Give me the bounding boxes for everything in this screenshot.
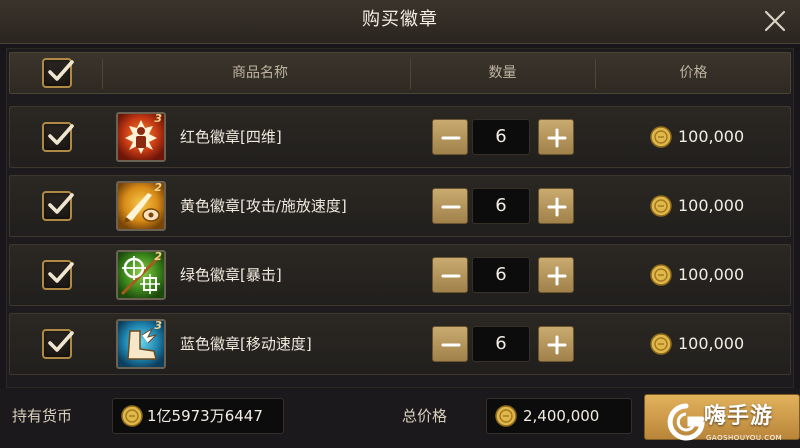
total-price-label: 总价格 (402, 407, 448, 425)
total-price-value: 2,400,000 (523, 407, 600, 425)
green-badge-icon: 2 (116, 250, 166, 300)
coin-icon (650, 333, 672, 355)
coin-icon (650, 126, 672, 148)
coin-icon (650, 195, 672, 217)
dialog-title: 购买徽章 (362, 9, 438, 30)
quantity-field[interactable]: 6 (472, 257, 530, 293)
header-quantity: 数量 (488, 65, 517, 81)
quantity-field[interactable]: 6 (472, 119, 530, 155)
checkmark-icon (48, 60, 74, 81)
checkmark-icon (48, 331, 74, 352)
row-checkbox[interactable] (42, 260, 74, 290)
item-name: 蓝色徽章[移动速度] (180, 335, 312, 353)
red-badge-icon: 3 (116, 112, 166, 162)
minus-icon (441, 274, 461, 278)
table-row: 3 红色徽章[四维] 6 100,000 (9, 106, 791, 168)
held-currency-value: 1亿5973万6447 (147, 407, 263, 425)
watermark-url: GAOSHOUYOU.COM (706, 434, 783, 442)
checkmark-icon (48, 262, 74, 283)
watermark-text: 嗨手游 (704, 404, 774, 429)
increase-quantity-button[interactable] (538, 257, 574, 293)
decrease-quantity-button[interactable] (432, 257, 468, 293)
title-bar: 购买徽章 (0, 0, 800, 44)
item-price: 100,000 (678, 334, 745, 353)
watermark-logo-icon (667, 403, 705, 441)
coin-icon (650, 264, 672, 286)
table-header: 商品名称 数量 价格 (9, 52, 791, 94)
increase-quantity-button[interactable] (538, 326, 574, 362)
held-currency-label: 持有货币 (12, 407, 73, 425)
decrease-quantity-button[interactable] (432, 119, 468, 155)
header-name: 商品名称 (232, 65, 288, 81)
plus-icon (547, 197, 567, 217)
decrease-quantity-button[interactable] (432, 188, 468, 224)
minus-icon (441, 343, 461, 347)
plus-icon (547, 128, 567, 148)
row-checkbox[interactable] (42, 191, 74, 221)
item-table: 商品名称 数量 价格 3 红色徽章[四维] 6 100,000 2 黄色徽章[攻… (6, 48, 794, 388)
checkmark-icon (48, 124, 74, 145)
blue-badge-icon: 3 (116, 319, 166, 369)
yellow-badge-icon: 2 (116, 181, 166, 231)
plus-icon (547, 266, 567, 286)
decrease-quantity-button[interactable] (432, 326, 468, 362)
header-price: 价格 (679, 65, 708, 81)
quantity-field[interactable]: 6 (472, 188, 530, 224)
item-name: 红色徽章[四维] (180, 128, 282, 146)
coin-icon (121, 405, 143, 427)
row-checkbox[interactable] (42, 122, 74, 152)
increase-quantity-button[interactable] (538, 119, 574, 155)
close-icon (764, 10, 786, 32)
item-name: 绿色徽章[暴击] (180, 266, 282, 284)
plus-icon (547, 335, 567, 355)
purchase-badge-dialog: 购买徽章 商品名称 数量 价格 3 红色徽章[四维] 6 100,000 2 黄… (0, 0, 800, 448)
table-row: 2 绿色徽章[暴击] 6 100,000 (9, 244, 791, 306)
quantity-field[interactable]: 6 (472, 326, 530, 362)
item-price: 100,000 (678, 265, 745, 284)
coin-icon (495, 405, 517, 427)
close-button[interactable] (760, 6, 790, 36)
minus-icon (441, 136, 461, 140)
select-all-checkbox[interactable] (42, 58, 74, 88)
table-row: 2 黄色徽章[攻击/施放速度] 6 100,000 (9, 175, 791, 237)
item-name: 黄色徽章[攻击/施放速度] (180, 197, 347, 215)
minus-icon (441, 205, 461, 209)
checkmark-icon (48, 193, 74, 214)
increase-quantity-button[interactable] (538, 188, 574, 224)
table-row: 3 蓝色徽章[移动速度] 6 100,000 (9, 313, 791, 375)
held-currency-box: 1亿5973万6447 (112, 398, 284, 434)
item-price: 100,000 (678, 127, 745, 146)
watermark: 嗨手游 GAOSHOUYOU.COM (666, 402, 798, 446)
row-checkbox[interactable] (42, 329, 74, 359)
total-price-box: 2,400,000 (486, 398, 632, 434)
item-price: 100,000 (678, 196, 745, 215)
